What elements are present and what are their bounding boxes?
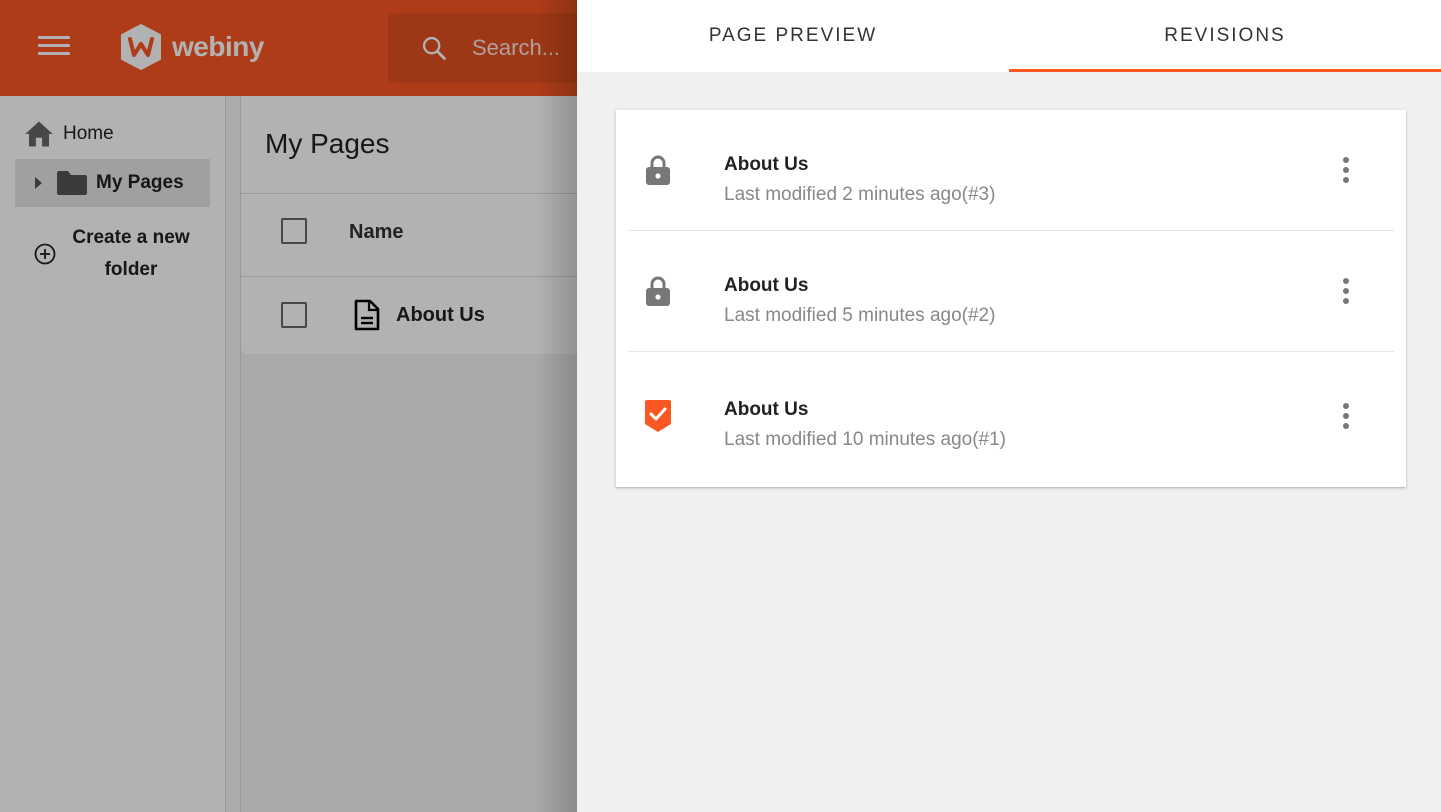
revision-item[interactable]: About Us Last modified 10 minutes ago(#1… [628, 355, 1394, 476]
revision-subtitle: Last modified 2 minutes ago(#3) [724, 184, 996, 205]
revision-item[interactable]: About Us Last modified 2 minutes ago(#3) [628, 110, 1394, 231]
revision-title: About Us [724, 275, 809, 296]
revision-subtitle: Last modified 5 minutes ago(#2) [724, 305, 996, 326]
lock-icon [646, 155, 670, 185]
tab-revisions[interactable]: REVISIONS [1009, 0, 1441, 72]
lock-icon [646, 276, 670, 306]
drawer-tabs: PAGE PREVIEW REVISIONS [577, 0, 1441, 72]
revisions-list: About Us Last modified 2 minutes ago(#3)… [616, 110, 1406, 487]
modal-scrim[interactable] [0, 0, 577, 812]
revision-title: About Us [724, 399, 809, 420]
revision-title: About Us [724, 154, 809, 175]
more-vert-icon[interactable] [1336, 155, 1356, 185]
more-vert-icon[interactable] [1336, 276, 1356, 306]
more-vert-icon[interactable] [1336, 401, 1356, 431]
page-details-drawer: PAGE PREVIEW REVISIONS About Us Last mod… [577, 0, 1441, 812]
revision-item[interactable]: About Us Last modified 5 minutes ago(#2) [628, 231, 1394, 352]
revision-subtitle: Last modified 10 minutes ago(#1) [724, 429, 1006, 450]
drawer-shadow [537, 0, 577, 812]
tab-page-preview[interactable]: PAGE PREVIEW [577, 0, 1009, 72]
published-badge-icon [645, 399, 671, 432]
